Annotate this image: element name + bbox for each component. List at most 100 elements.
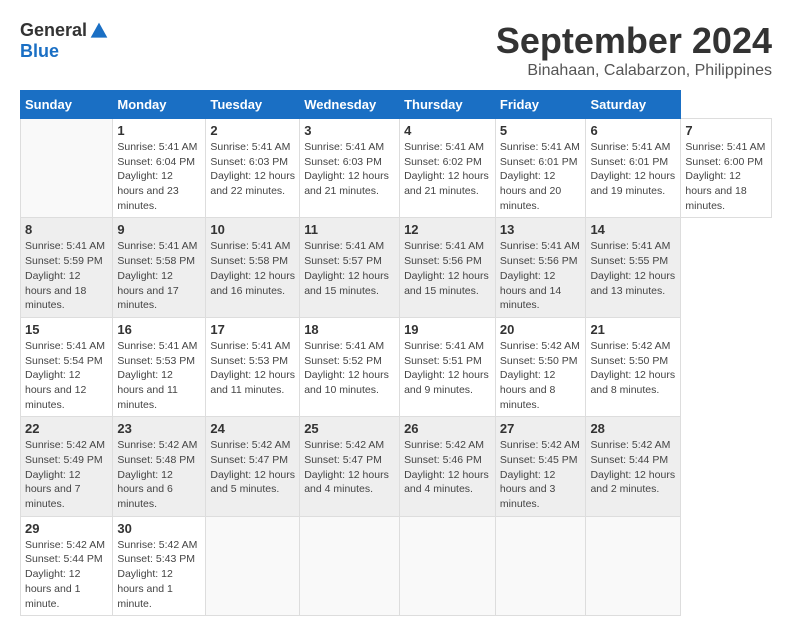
day-number: 29 xyxy=(25,521,108,536)
calendar-cell: 8 Sunrise: 5:41 AMSunset: 5:59 PMDaylight… xyxy=(21,218,113,317)
calendar-week-3: 15 Sunrise: 5:41 AMSunset: 5:54 PMDayligh… xyxy=(21,317,772,416)
calendar-week-5: 29Sunrise: 5:42 AMSunset: 5:44 PMDayligh… xyxy=(21,516,772,615)
calendar-cell xyxy=(586,516,681,615)
calendar-header-row: SundayMondayTuesdayWednesdayThursdayFrid… xyxy=(21,91,772,119)
day-number: 1 xyxy=(117,123,201,138)
day-of-week-monday: Monday xyxy=(113,91,206,119)
calendar-cell: 23 Sunrise: 5:42 AMSunset: 5:48 PMDayligh… xyxy=(113,417,206,516)
day-number: 28 xyxy=(590,421,676,436)
day-info: Sunrise: 5:41 AMSunset: 6:04 PMDaylight:… xyxy=(117,140,201,213)
day-info: Sunrise: 5:41 AMSunset: 5:55 PMDaylight:… xyxy=(590,239,676,298)
calendar-cell: 4Sunrise: 5:41 AMSunset: 6:02 PMDaylight… xyxy=(400,119,496,218)
day-number: 25 xyxy=(304,421,395,436)
day-info: Sunrise: 5:42 AMSunset: 5:50 PMDaylight:… xyxy=(500,339,582,412)
calendar-cell: 30Sunrise: 5:42 AMSunset: 5:43 PMDayligh… xyxy=(113,516,206,615)
day-number: 18 xyxy=(304,322,395,337)
day-info: Sunrise: 5:41 AMSunset: 5:54 PMDaylight:… xyxy=(25,339,108,412)
day-number: 8 xyxy=(25,222,108,237)
day-info: Sunrise: 5:41 AMSunset: 6:03 PMDaylight:… xyxy=(304,140,395,199)
logo: General Blue xyxy=(20,20,109,62)
calendar-cell: 24 Sunrise: 5:42 AMSunset: 5:47 PMDayligh… xyxy=(206,417,300,516)
calendar-cell: 15 Sunrise: 5:41 AMSunset: 5:54 PMDayligh… xyxy=(21,317,113,416)
day-number: 21 xyxy=(590,322,676,337)
day-of-week-saturday: Saturday xyxy=(586,91,681,119)
calendar: SundayMondayTuesdayWednesdayThursdayFrid… xyxy=(20,90,772,616)
day-number: 24 xyxy=(210,421,295,436)
day-number: 19 xyxy=(404,322,491,337)
calendar-cell: 3 Sunrise: 5:41 AMSunset: 6:03 PMDaylight… xyxy=(300,119,400,218)
calendar-cell: 25 Sunrise: 5:42 AMSunset: 5:47 PMDayligh… xyxy=(300,417,400,516)
day-number: 12 xyxy=(404,222,491,237)
calendar-cell: 18 Sunrise: 5:41 AMSunset: 5:52 PMDayligh… xyxy=(300,317,400,416)
day-info: Sunrise: 5:41 AMSunset: 6:01 PMDaylight:… xyxy=(500,140,582,213)
day-info: Sunrise: 5:42 AMSunset: 5:45 PMDaylight:… xyxy=(500,438,582,511)
calendar-cell: 17 Sunrise: 5:41 AMSunset: 5:53 PMDayligh… xyxy=(206,317,300,416)
day-number: 23 xyxy=(117,421,201,436)
calendar-cell: 29Sunrise: 5:42 AMSunset: 5:44 PMDayligh… xyxy=(21,516,113,615)
calendar-cell: 5 Sunrise: 5:41 AMSunset: 6:01 PMDaylight… xyxy=(495,119,586,218)
logo-general-text: General xyxy=(20,20,87,41)
day-of-week-friday: Friday xyxy=(495,91,586,119)
day-number: 22 xyxy=(25,421,108,436)
day-info: Sunrise: 5:41 AMSunset: 5:56 PMDaylight:… xyxy=(500,239,582,312)
calendar-cell: 13 Sunrise: 5:41 AMSunset: 5:56 PMDayligh… xyxy=(495,218,586,317)
day-info: Sunrise: 5:42 AMSunset: 5:49 PMDaylight:… xyxy=(25,438,108,511)
day-info: Sunrise: 5:41 AMSunset: 6:03 PMDaylight:… xyxy=(210,140,295,199)
day-info: Sunrise: 5:41 AMSunset: 5:57 PMDaylight:… xyxy=(304,239,395,298)
day-number: 15 xyxy=(25,322,108,337)
calendar-cell: 9Sunrise: 5:41 AMSunset: 5:58 PMDaylight… xyxy=(113,218,206,317)
calendar-cell: 20 Sunrise: 5:42 AMSunset: 5:50 PMDayligh… xyxy=(495,317,586,416)
calendar-cell: 21 Sunrise: 5:42 AMSunset: 5:50 PMDayligh… xyxy=(586,317,681,416)
day-number: 4 xyxy=(404,123,491,138)
day-number: 26 xyxy=(404,421,491,436)
day-number: 2 xyxy=(210,123,295,138)
day-info: Sunrise: 5:41 AMSunset: 5:58 PMDaylight:… xyxy=(210,239,295,298)
day-of-week-tuesday: Tuesday xyxy=(206,91,300,119)
day-info: Sunrise: 5:41 AMSunset: 5:56 PMDaylight:… xyxy=(404,239,491,298)
calendar-cell: 16Sunrise: 5:41 AMSunset: 5:53 PMDayligh… xyxy=(113,317,206,416)
day-number: 7 xyxy=(685,123,767,138)
calendar-cell: 1 Sunrise: 5:41 AMSunset: 6:04 PMDaylight… xyxy=(113,119,206,218)
day-info: Sunrise: 5:41 AMSunset: 5:52 PMDaylight:… xyxy=(304,339,395,398)
calendar-cell: 28 Sunrise: 5:42 AMSunset: 5:44 PMDayligh… xyxy=(586,417,681,516)
logo-blue-text: Blue xyxy=(20,41,59,61)
day-number: 16 xyxy=(117,322,201,337)
day-number: 3 xyxy=(304,123,395,138)
day-info: Sunrise: 5:42 AMSunset: 5:44 PMDaylight:… xyxy=(590,438,676,497)
day-info: Sunrise: 5:42 AMSunset: 5:50 PMDaylight:… xyxy=(590,339,676,398)
location-title: Binahaan, Calabarzon, Philippines xyxy=(496,62,772,80)
calendar-body: 1 Sunrise: 5:41 AMSunset: 6:04 PMDaylight… xyxy=(21,119,772,616)
day-number: 5 xyxy=(500,123,582,138)
day-info: Sunrise: 5:41 AMSunset: 5:53 PMDaylight:… xyxy=(210,339,295,398)
day-of-week-sunday: Sunday xyxy=(21,91,113,119)
calendar-week-4: 22 Sunrise: 5:42 AMSunset: 5:49 PMDayligh… xyxy=(21,417,772,516)
calendar-cell: 27 Sunrise: 5:42 AMSunset: 5:45 PMDayligh… xyxy=(495,417,586,516)
title-area: September 2024 Binahaan, Calabarzon, Phi… xyxy=(496,20,772,80)
calendar-cell: 11Sunrise: 5:41 AMSunset: 5:57 PMDayligh… xyxy=(300,218,400,317)
calendar-cell xyxy=(300,516,400,615)
header: General Blue September 2024 Binahaan, Ca… xyxy=(20,20,772,80)
day-info: Sunrise: 5:41 AMSunset: 6:01 PMDaylight:… xyxy=(590,140,676,199)
day-number: 13 xyxy=(500,222,582,237)
calendar-cell: 14Sunrise: 5:41 AMSunset: 5:55 PMDayligh… xyxy=(586,218,681,317)
calendar-cell xyxy=(206,516,300,615)
calendar-cell: 12 Sunrise: 5:41 AMSunset: 5:56 PMDayligh… xyxy=(400,218,496,317)
logo-icon xyxy=(89,21,109,41)
day-info: Sunrise: 5:42 AMSunset: 5:48 PMDaylight:… xyxy=(117,438,201,511)
month-title: September 2024 xyxy=(496,20,772,62)
calendar-cell xyxy=(21,119,113,218)
day-info: Sunrise: 5:42 AMSunset: 5:43 PMDaylight:… xyxy=(117,538,201,611)
day-info: Sunrise: 5:41 AMSunset: 5:59 PMDaylight:… xyxy=(25,239,108,312)
day-info: Sunrise: 5:42 AMSunset: 5:46 PMDaylight:… xyxy=(404,438,491,497)
day-info: Sunrise: 5:41 AMSunset: 5:58 PMDaylight:… xyxy=(117,239,201,312)
calendar-cell: 2 Sunrise: 5:41 AMSunset: 6:03 PMDaylight… xyxy=(206,119,300,218)
day-info: Sunrise: 5:42 AMSunset: 5:47 PMDaylight:… xyxy=(210,438,295,497)
day-number: 17 xyxy=(210,322,295,337)
day-number: 27 xyxy=(500,421,582,436)
day-info: Sunrise: 5:41 AMSunset: 6:00 PMDaylight:… xyxy=(685,140,767,213)
calendar-week-2: 8 Sunrise: 5:41 AMSunset: 5:59 PMDaylight… xyxy=(21,218,772,317)
calendar-cell: 7 Sunrise: 5:41 AMSunset: 6:00 PMDaylight… xyxy=(681,119,772,218)
day-number: 20 xyxy=(500,322,582,337)
day-info: Sunrise: 5:42 AMSunset: 5:47 PMDaylight:… xyxy=(304,438,395,497)
calendar-week-1: 1 Sunrise: 5:41 AMSunset: 6:04 PMDaylight… xyxy=(21,119,772,218)
